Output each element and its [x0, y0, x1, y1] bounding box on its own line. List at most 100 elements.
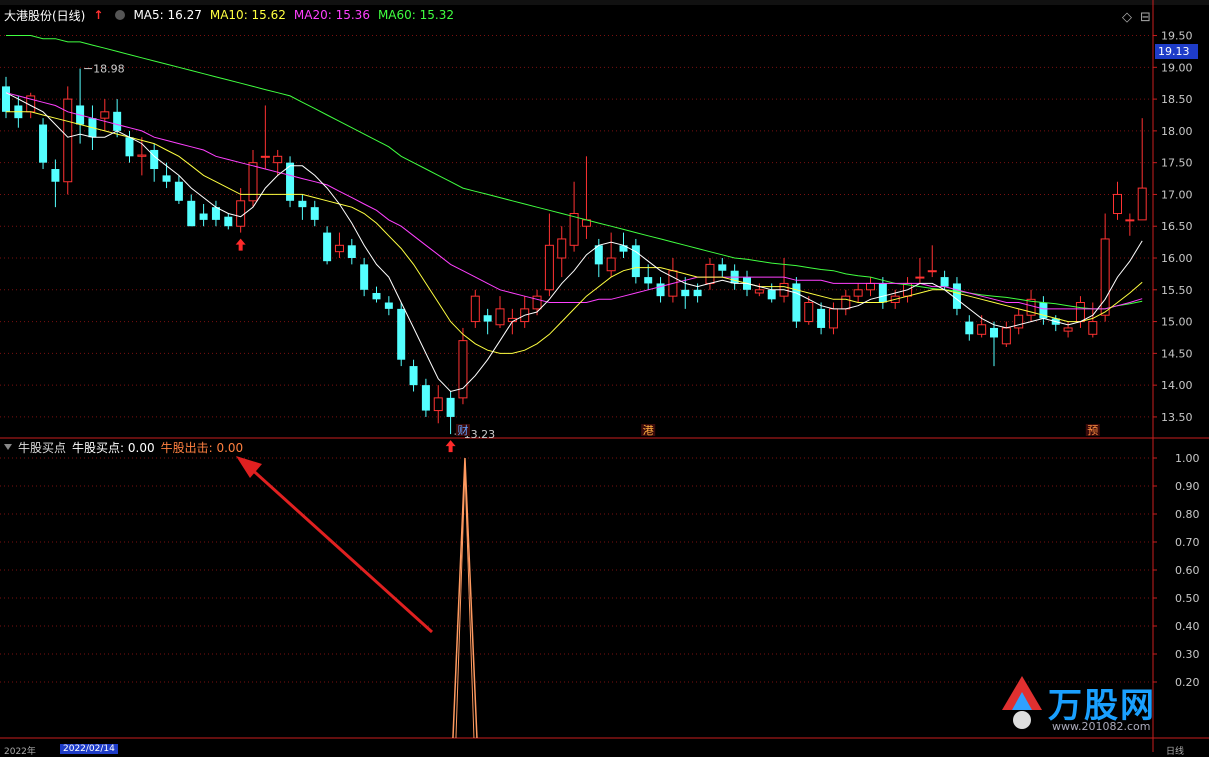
- ma20-label: MA20: 15.36: [293, 8, 370, 22]
- y-tick-label: 14.00: [1161, 379, 1193, 392]
- candle-body: [828, 308, 838, 329]
- exit-value: 牛股出击: 0.00: [160, 440, 244, 455]
- candle-body: [1075, 302, 1085, 323]
- up-arrow-icon: ↑: [93, 8, 104, 22]
- main-chart-header: 大港股份(日线) ↑ MA5: 16.27 MA10: 15.62 MA20: …: [0, 5, 462, 25]
- current-price-tag: 19.13: [1155, 44, 1198, 59]
- candle-body: [1001, 327, 1011, 345]
- buy-arrow-icon: [445, 440, 456, 453]
- candle-body: [236, 200, 246, 227]
- y-tick-label: 16.00: [1161, 252, 1193, 265]
- buy-point-value: 牛股买点: 0.00: [72, 440, 155, 455]
- candle-body: [705, 263, 715, 284]
- candle-body: [1014, 314, 1024, 329]
- candle-body: [224, 216, 233, 227]
- candle-body: [853, 289, 863, 297]
- candle-body: [495, 308, 505, 326]
- sub-y-tick-label: 0.30: [1175, 648, 1200, 661]
- indicator-name[interactable]: 牛股买点: [18, 439, 66, 456]
- collapse-triangle-icon[interactable]: [4, 444, 12, 450]
- y-tick-label: 17.00: [1161, 188, 1193, 201]
- diamond-icon[interactable]: ◇: [1122, 10, 1132, 25]
- candle-body: [372, 292, 381, 300]
- sub-y-tick-label: 0.70: [1175, 536, 1200, 549]
- candle-body: [421, 385, 430, 411]
- event-marker: 预: [1087, 424, 1098, 437]
- candle-body: [767, 289, 776, 300]
- ma10-label: MA10: 15.62: [209, 8, 286, 22]
- settings-circle-icon[interactable]: [115, 10, 126, 20]
- candle-body: [113, 111, 122, 131]
- candle-body: [51, 169, 60, 182]
- candle-body: [334, 244, 344, 253]
- sub-y-tick-label: 0.50: [1175, 592, 1200, 605]
- candle-body: [187, 200, 196, 227]
- candle-body: [927, 270, 937, 273]
- candle-body: [940, 277, 949, 287]
- selected-date: 2022/02/14: [60, 744, 118, 754]
- price-annotation: 18.98: [93, 63, 125, 76]
- candle-body: [965, 321, 974, 335]
- candle-body: [39, 124, 48, 163]
- candle-body: [260, 155, 270, 158]
- candle-body: [137, 154, 147, 157]
- candle-body: [990, 327, 998, 338]
- buy-arrow-icon: [235, 238, 246, 251]
- candle-body: [446, 397, 455, 417]
- candle-body: [915, 276, 925, 279]
- ma60-label: MA60: 15.32: [377, 8, 454, 22]
- candle-body: [804, 302, 814, 323]
- logo-url: www.201082.com: [1052, 720, 1151, 733]
- candle-body: [594, 245, 603, 265]
- candle-body: [532, 295, 542, 310]
- y-tick-label: 16.50: [1161, 220, 1193, 233]
- candle-body: [298, 200, 307, 208]
- y-tick-label: 18.50: [1161, 93, 1193, 106]
- candle-body: [1137, 187, 1147, 221]
- candle-body: [1088, 321, 1098, 335]
- candle-body: [754, 289, 764, 294]
- sub-indicator-header: 牛股买点 牛股买点: 0.00 牛股出击: 0.00: [0, 438, 249, 456]
- candle-body: [644, 277, 653, 284]
- stock-name[interactable]: 大港股份(日线): [4, 7, 85, 24]
- y-tick-label: 18.00: [1161, 125, 1193, 138]
- candle-body: [397, 308, 406, 360]
- ma5-label: MA5: 16.27: [133, 8, 202, 22]
- sub-y-tick-label: 1.00: [1175, 452, 1200, 465]
- candle-body: [470, 295, 480, 323]
- annotation-arrow: [246, 464, 434, 634]
- candle-body: [433, 397, 443, 412]
- candle-body: [606, 257, 616, 272]
- candle-body: [347, 245, 356, 259]
- candle-body: [199, 213, 208, 220]
- candle-body: [817, 308, 826, 328]
- event-marker: 财: [457, 423, 468, 437]
- candle-body: [693, 289, 702, 297]
- candle-body: [125, 137, 134, 157]
- candle-body: [360, 264, 369, 290]
- y-tick-label: 19.50: [1161, 30, 1193, 43]
- bull-logo-icon: [1002, 676, 1042, 729]
- candle-body: [569, 213, 579, 246]
- candle-body: [952, 283, 961, 309]
- ma60-line: [6, 35, 1143, 310]
- candle-body: [878, 283, 887, 303]
- y-tick-label: 17.50: [1161, 157, 1193, 170]
- event-marker: 港: [643, 424, 654, 437]
- candle-body: [2, 86, 10, 112]
- candle-body: [1113, 193, 1122, 215]
- period-mode[interactable]: 日线: [1166, 744, 1184, 757]
- candle-body: [977, 324, 987, 335]
- candle-body: [174, 181, 183, 201]
- y-tick-label: 13.50: [1161, 411, 1193, 424]
- minimize-panel-icon[interactable]: ⊟: [1140, 10, 1151, 25]
- candle-body: [544, 244, 554, 291]
- candle-body: [866, 282, 875, 291]
- y-tick-label: 19.00: [1161, 61, 1193, 74]
- candle-body: [323, 232, 332, 262]
- y-tick-label: 15.00: [1161, 316, 1193, 329]
- stock-chart[interactable]: 13.50 14.00 14.50 15.00 15.50 16.00 16.50 17.00…: [0, 0, 1209, 752]
- watermark-logo: 万股网 www.201082.com: [996, 670, 1196, 740]
- y-tick-label: 15.50: [1161, 284, 1193, 297]
- candle-body: [1125, 219, 1135, 222]
